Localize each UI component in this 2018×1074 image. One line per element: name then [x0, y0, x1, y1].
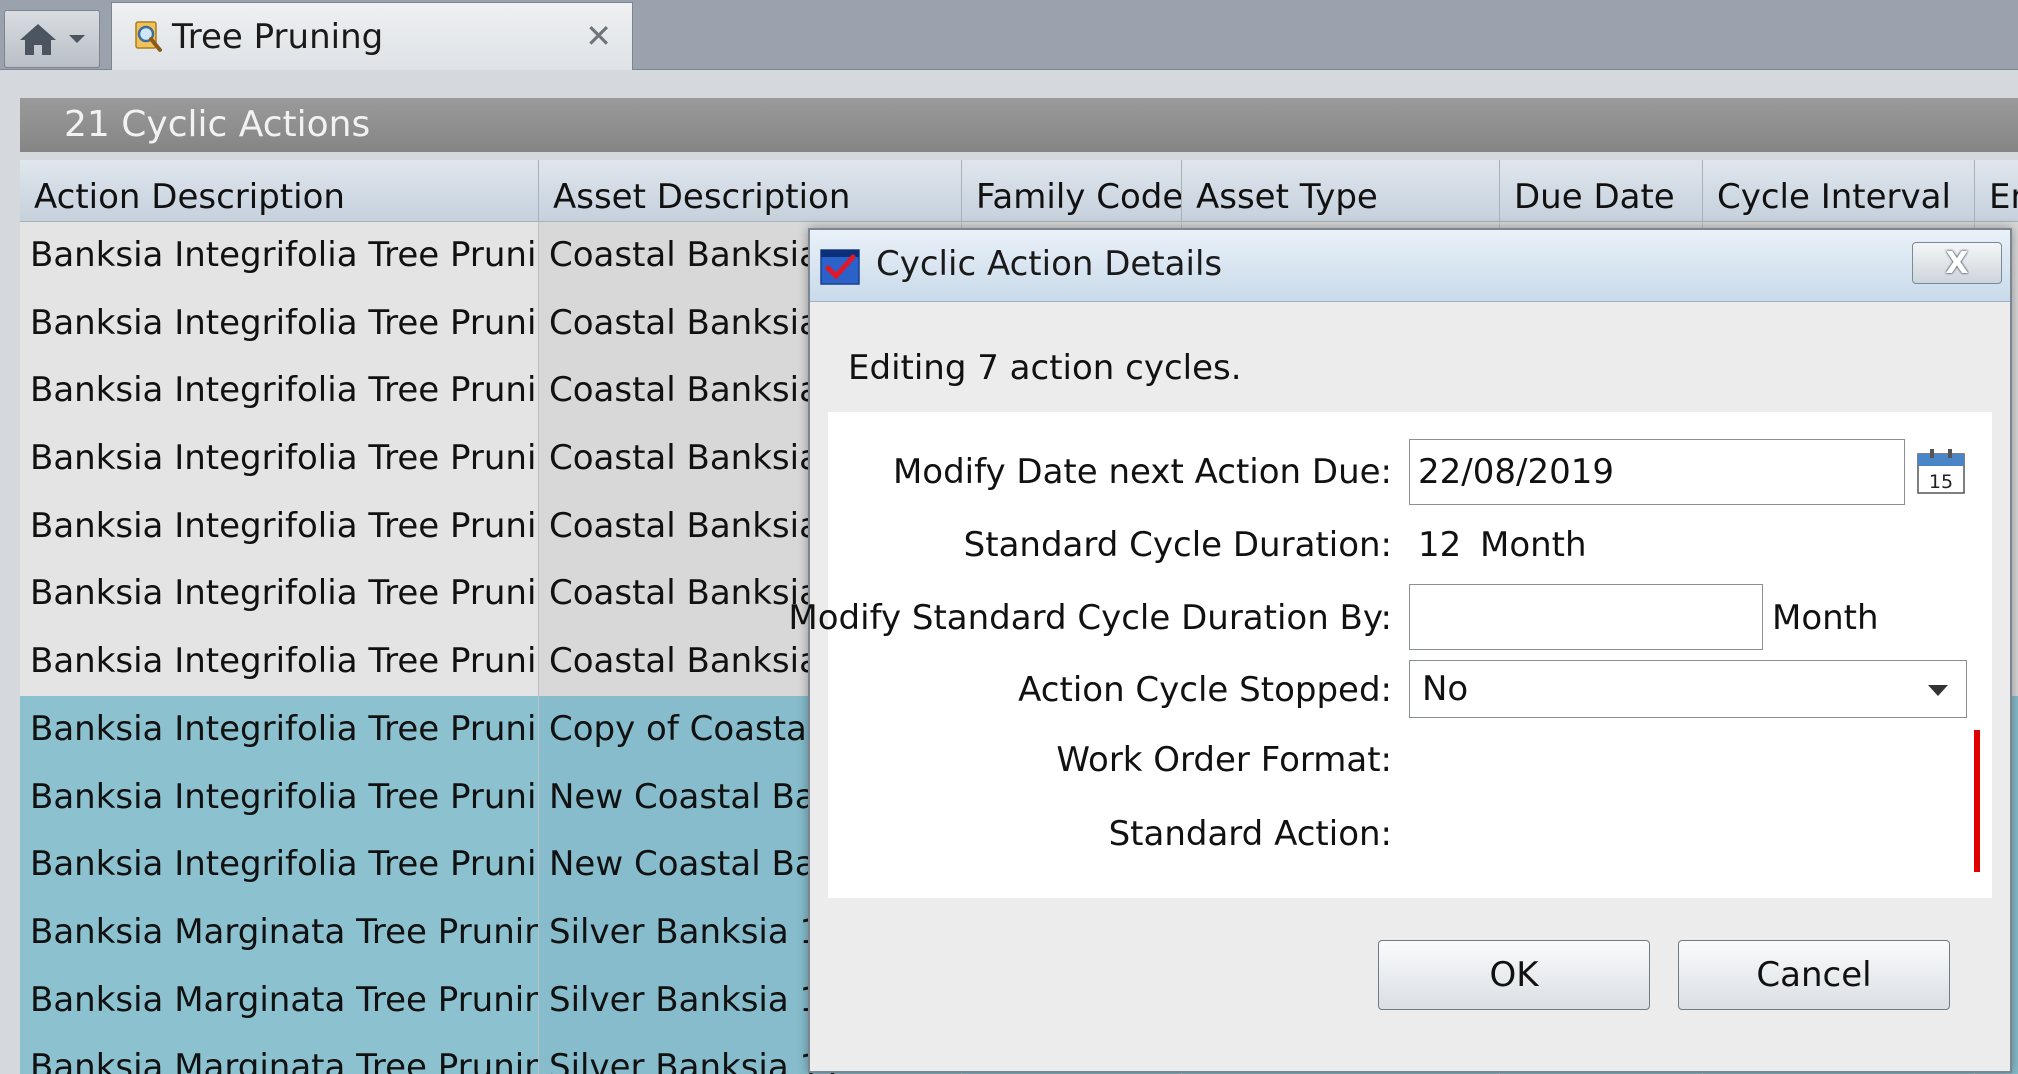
modify-duration-unit: Month [1772, 598, 1879, 638]
close-button[interactable]: X [1912, 242, 2002, 284]
cyclic-action-details-dialog: Cyclic Action Details X Editing 7 action… [788, 228, 2012, 1073]
modify-duration-label: Modify Standard Cycle Duration By: [788, 598, 1392, 638]
dialog-title: Cyclic Action Details [876, 244, 1223, 284]
cell-action-description: Banksia Integrifolia Tree Pruning [20, 628, 539, 696]
dialog-form-panel: Modify Date next Action Due: 22/08/2019 … [788, 412, 1992, 898]
dialog-message: Editing 7 action cycles. [848, 348, 1242, 388]
cell-action-description: Banksia Integrifolia Tree Pruning [20, 222, 539, 290]
cell-action-description: Banksia Integrifolia Tree Pruning [20, 831, 539, 899]
ok-button[interactable]: OK [1378, 940, 1650, 1010]
cell-action-description: Banksia Marginata Tree Pruning [20, 898, 539, 967]
search-document-icon [135, 20, 162, 52]
home-menu-button[interactable] [4, 10, 100, 68]
group-header: 21 Cyclic Actions [20, 98, 2018, 152]
std-action-label: Standard Action: [1108, 814, 1392, 854]
modify-duration-input[interactable] [1409, 584, 1763, 650]
column-header-asset-description[interactable]: Asset Description [539, 160, 962, 222]
home-icon [20, 24, 56, 55]
stopped-label: Action Cycle Stopped: [1018, 670, 1392, 710]
std-duration-value: 12 [1418, 525, 1462, 565]
close-icon: X [1945, 245, 1969, 281]
cell-action-description: Banksia Marginata Tree Pruning [20, 1034, 539, 1074]
grid-header: Action Description Asset Description Fam… [20, 160, 2018, 222]
cancel-button[interactable]: Cancel [1678, 940, 1950, 1010]
required-marker [1974, 730, 1980, 802]
column-header-action-description[interactable]: Action Description [20, 160, 539, 222]
cell-action-description: Banksia Integrifolia Tree Pruning [20, 425, 539, 493]
column-header-asset-type[interactable]: Asset Type [1182, 160, 1500, 222]
stopped-select[interactable]: No [1409, 660, 1967, 718]
cell-action-description: Banksia Integrifolia Tree Pruning [20, 560, 539, 629]
chevron-down-icon [69, 35, 85, 43]
cell-action-description: Banksia Marginata Tree Pruning [20, 966, 539, 1035]
checkmark-window-icon [820, 249, 860, 285]
calendar-day: 15 [1929, 471, 1953, 493]
column-header-email[interactable]: Ema [1975, 160, 2018, 222]
column-header-due-date[interactable]: Due Date [1500, 160, 1703, 222]
cell-action-description: Banksia Integrifolia Tree Pruning [20, 695, 539, 764]
tab-tree-pruning[interactable]: Tree Pruning ✕ [111, 2, 633, 70]
calendar-icon[interactable]: 15 [1917, 448, 1965, 494]
next-due-date-input[interactable]: 22/08/2019 [1409, 439, 1905, 505]
stopped-selected-value: No [1422, 669, 1469, 709]
std-duration-unit: Month [1480, 525, 1587, 565]
required-marker [1974, 802, 1980, 872]
column-header-family-code[interactable]: Family Code [962, 160, 1182, 222]
tab-close-icon[interactable]: ✕ [585, 17, 612, 55]
wo-format-label: Work Order Format: [1056, 740, 1392, 780]
column-header-cycle-interval[interactable]: Cycle Interval [1703, 160, 1975, 222]
cell-action-description: Banksia Integrifolia Tree Pruning [20, 763, 539, 832]
dialog-title-bar[interactable]: Cyclic Action Details X [810, 230, 2010, 302]
cell-action-description: Banksia Integrifolia Tree Pruning [20, 357, 539, 426]
tab-title: Tree Pruning [172, 16, 384, 57]
cell-action-description: Banksia Integrifolia Tree Pruning [20, 492, 539, 561]
next-due-label: Modify Date next Action Due: [892, 452, 1392, 492]
std-duration-label: Standard Cycle Duration: [963, 525, 1392, 565]
dropdown-arrow-icon [1928, 685, 1948, 696]
cell-action-description: Banksia Integrifolia Tree Pruning [20, 289, 539, 358]
tab-strip: Tree Pruning ✕ [0, 0, 2018, 70]
